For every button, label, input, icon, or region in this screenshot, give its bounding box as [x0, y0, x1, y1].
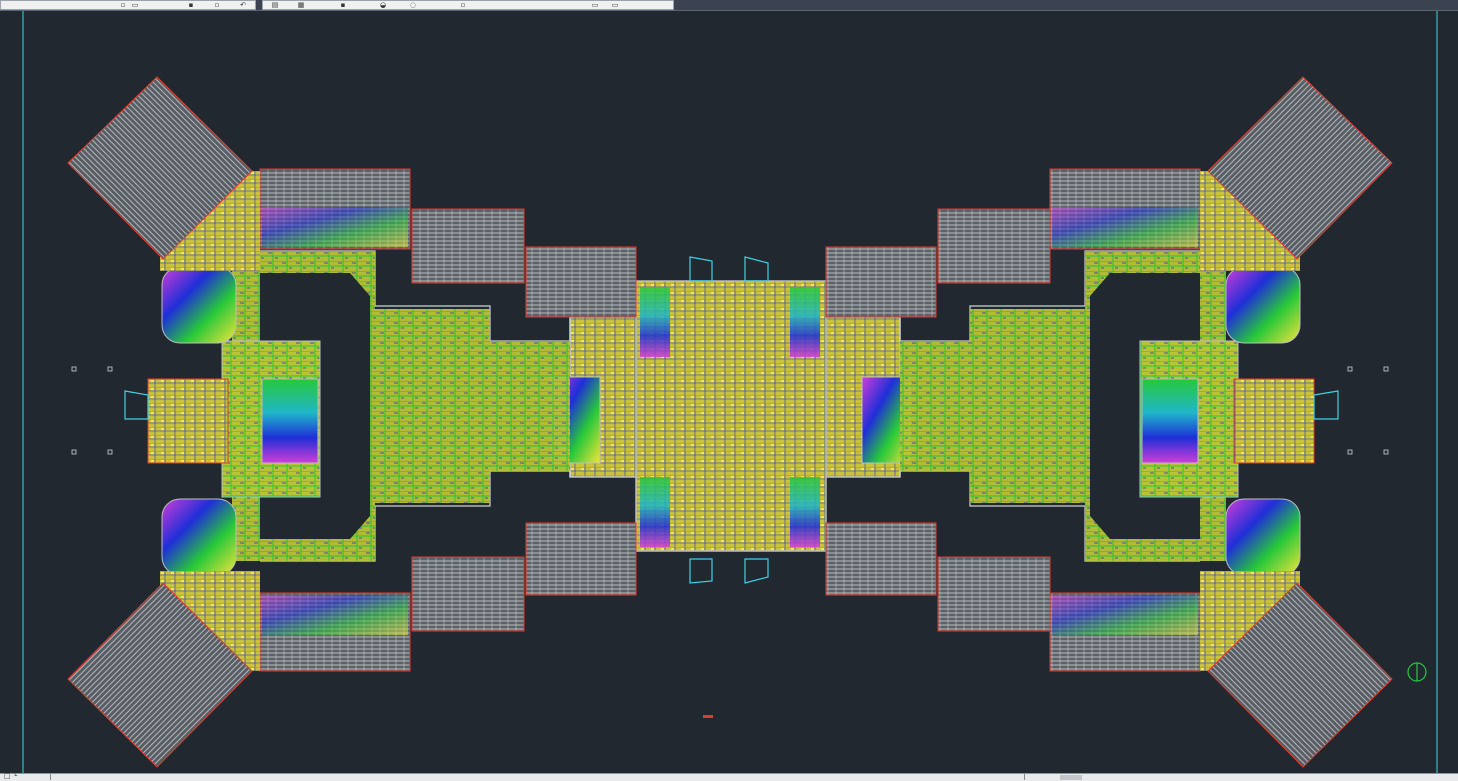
- status-prefix: □ └: [4, 772, 18, 780]
- file-icon[interactable]: ▫: [119, 2, 127, 9]
- open-icon[interactable]: ▭: [131, 2, 139, 9]
- restore-icon[interactable]: ▭: [611, 2, 619, 9]
- status-divider-2: [1024, 774, 1025, 780]
- layer-icon[interactable]: ▤: [271, 2, 279, 9]
- zoom-icon[interactable]: ▫: [459, 2, 467, 9]
- left-wing: [67, 76, 637, 768]
- top-toolbar: ▫ ▭ ▪ ▫ ↶ ▤ ▦ ▪ ◒ ◌ ▫ ▭ ▭: [0, 0, 1458, 11]
- properties-icon[interactable]: ▦: [297, 2, 305, 9]
- red-marker: [703, 715, 713, 718]
- undo-icon[interactable]: ↶: [239, 2, 247, 9]
- status-divider: [50, 774, 51, 780]
- save-icon[interactable]: ▪: [187, 2, 195, 9]
- match-icon[interactable]: ▪: [339, 2, 347, 9]
- right-wing: [825, 76, 1393, 768]
- drawing-canvas[interactable]: [0, 11, 1458, 773]
- toolbar-group-left: ▫ ▭ ▪ ▫ ↶: [0, 0, 256, 10]
- north-arrow-icon[interactable]: [1407, 662, 1427, 682]
- freeze-icon[interactable]: ◌: [409, 2, 417, 9]
- close-doc-icon[interactable]: ▭: [591, 2, 599, 9]
- print-icon[interactable]: ▫: [213, 2, 221, 9]
- toolbar-group-right: ▤ ▦ ▪ ◒ ◌ ▫ ▭ ▭: [262, 0, 674, 10]
- lock-icon[interactable]: ◒: [379, 2, 387, 9]
- horizontal-scrollbar-thumb[interactable]: [1060, 775, 1082, 780]
